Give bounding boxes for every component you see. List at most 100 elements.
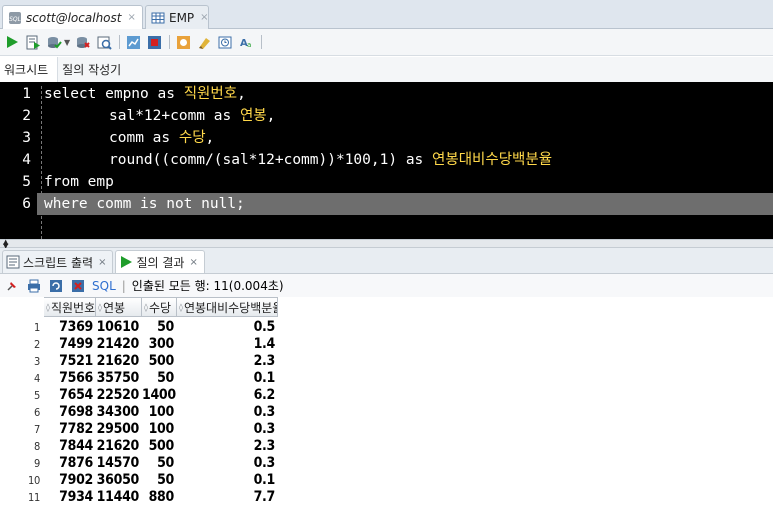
table-cell[interactable]: 300	[142, 336, 177, 353]
table-cell[interactable]: 0.5	[177, 319, 278, 336]
table-cell[interactable]: 2.3	[177, 353, 278, 370]
column-header-comm[interactable]: ◊ 수당	[142, 297, 177, 317]
table-cell[interactable]: 1.4	[177, 336, 278, 353]
table-cell[interactable]: 36050	[96, 472, 142, 489]
chevron-down-icon[interactable]: ▼	[64, 38, 70, 47]
tab-worksheet[interactable]: 워크시트	[0, 57, 59, 82]
sql-tuning-icon[interactable]	[146, 34, 162, 50]
keyword: select	[44, 86, 97, 102]
close-icon[interactable]: ×	[189, 257, 197, 268]
table-row[interactable]: 5 7654 22520 1400 6.2	[0, 387, 278, 404]
unshared-sql-icon[interactable]	[175, 34, 191, 50]
column-header-empno[interactable]: ◊ 직원번호	[44, 297, 96, 317]
table-cell[interactable]: 21620	[96, 438, 142, 455]
table-cell[interactable]: 7566	[44, 370, 96, 387]
table-cell[interactable]: 21620	[96, 353, 142, 370]
table-cell[interactable]: 0.1	[177, 370, 278, 387]
table-row[interactable]: 4 7566 35750 50 0.1	[0, 370, 278, 387]
table-cell[interactable]: 7521	[44, 353, 96, 370]
run-script-icon[interactable]	[25, 34, 41, 50]
table-cell[interactable]: 10610	[96, 319, 142, 336]
table-cell[interactable]: 880	[142, 489, 177, 506]
table-row[interactable]: 6 7698 34300 100 0.3	[0, 404, 278, 421]
table-row[interactable]: 7 7782 29500 100 0.3	[0, 421, 278, 438]
table-cell[interactable]: 50	[142, 319, 177, 336]
sql-link[interactable]: SQL	[92, 279, 116, 293]
tab-query-builder[interactable]: 질의 작성기	[58, 57, 130, 82]
table-cell[interactable]: 7844	[44, 438, 96, 455]
table-cell[interactable]: 14570	[96, 455, 142, 472]
table-cell[interactable]: 22520	[96, 387, 142, 404]
table-cell[interactable]: 7499	[44, 336, 96, 353]
table-cell[interactable]: 7698	[44, 404, 96, 421]
table-cell[interactable]: 7876	[44, 455, 96, 472]
close-icon[interactable]: ×	[127, 12, 135, 23]
table-cell[interactable]: 7369	[44, 319, 96, 336]
table-cell[interactable]: 50	[142, 370, 177, 387]
tab-query-result[interactable]: 질의 결과 ×	[115, 250, 205, 273]
row-number: 7	[34, 423, 40, 436]
result-toolbar: SQL | 인출된 모든 행: 11(0.004초)	[0, 274, 773, 297]
table-cell[interactable]: 2.3	[177, 438, 278, 455]
table-cell[interactable]: 0.3	[177, 421, 278, 438]
worksheet-subtabs: 워크시트 질의 작성기	[0, 57, 773, 82]
print-icon[interactable]	[26, 278, 42, 294]
table-cell[interactable]: 11440	[96, 489, 142, 506]
run-statement-icon[interactable]	[4, 34, 20, 50]
table-cell[interactable]: 34300	[96, 404, 142, 421]
table-row[interactable]: 3 7521 21620 500 2.3	[0, 353, 278, 370]
table-cell[interactable]: 1400	[142, 387, 177, 404]
table-row[interactable]: 8 7844 21620 500 2.3	[0, 438, 278, 455]
table-cell[interactable]: 0.1	[177, 472, 278, 489]
table-row[interactable]: 10 7902 36050 50 0.1	[0, 472, 278, 489]
table-row[interactable]: 11 7934 11440 880 7.7	[0, 489, 278, 506]
table-cell[interactable]: 50	[142, 472, 177, 489]
collapse-arrows-icon[interactable]: ▲ ▼	[3, 239, 8, 250]
table-cell[interactable]: 7934	[44, 489, 96, 506]
autotrace-icon[interactable]	[125, 34, 141, 50]
punctuation: ,	[266, 108, 276, 124]
line-number: 3	[22, 130, 31, 146]
table-cell[interactable]: 100	[142, 421, 177, 438]
table-row[interactable]: 1 7369 10610 50 0.5	[0, 319, 278, 336]
table-cell[interactable]: 500	[142, 438, 177, 455]
table-cell[interactable]: 29500	[96, 421, 142, 438]
table-cell[interactable]: 100	[142, 404, 177, 421]
tab-script-output[interactable]: 스크립트 출력 ×	[2, 250, 114, 273]
row-number: 10	[28, 474, 40, 487]
table-cell[interactable]: 7782	[44, 421, 96, 438]
table-row[interactable]: 2 7499 21420 300 1.4	[0, 336, 278, 353]
close-icon[interactable]: ×	[98, 257, 106, 268]
table-cell[interactable]: 50	[142, 455, 177, 472]
table-cell[interactable]: 0.3	[177, 404, 278, 421]
table-cell[interactable]: 7654	[44, 387, 96, 404]
table-row[interactable]: 9 7876 14570 50 0.3	[0, 455, 278, 472]
explain-plan-icon[interactable]	[96, 34, 112, 50]
column-header-salary[interactable]: ◊ 연봉	[96, 297, 142, 317]
format-icon[interactable]: Aa	[238, 34, 254, 50]
doc-tab-emp[interactable]: EMP ×	[145, 5, 209, 29]
sql-editor[interactable]: 1 2 3 4 5 6 select empno as 직원번호, sal*12…	[0, 82, 773, 239]
history-icon[interactable]	[217, 34, 233, 50]
clear-icon[interactable]	[196, 34, 212, 50]
commit-icon[interactable]	[46, 34, 62, 50]
table-cell[interactable]: 21420	[96, 336, 142, 353]
export-icon[interactable]	[70, 278, 86, 294]
table-cell[interactable]: 500	[142, 353, 177, 370]
rollback-icon[interactable]	[75, 34, 91, 50]
tab-query-builder-label: 질의 작성기	[62, 63, 122, 77]
sort-icon: ◊	[46, 302, 50, 312]
column-header-ratio[interactable]: ◊ 연봉대비수당백분율	[177, 297, 278, 317]
table-cell[interactable]: 7902	[44, 472, 96, 489]
table-cell[interactable]: 0.3	[177, 455, 278, 472]
table-cell[interactable]: 7.7	[177, 489, 278, 506]
panel-splitter[interactable]: ▲ ▼	[0, 239, 773, 250]
sort-icon: ◊	[179, 302, 183, 312]
table-cell[interactable]: 6.2	[177, 387, 278, 404]
pin-icon[interactable]	[4, 278, 20, 294]
doc-tab-scott-localhost[interactable]: SQL scott@localhost ×	[2, 5, 143, 29]
refresh-icon[interactable]	[48, 278, 64, 294]
column-header-label: 직원번호	[50, 300, 96, 315]
close-icon[interactable]: ×	[200, 12, 208, 23]
table-cell[interactable]: 35750	[96, 370, 142, 387]
